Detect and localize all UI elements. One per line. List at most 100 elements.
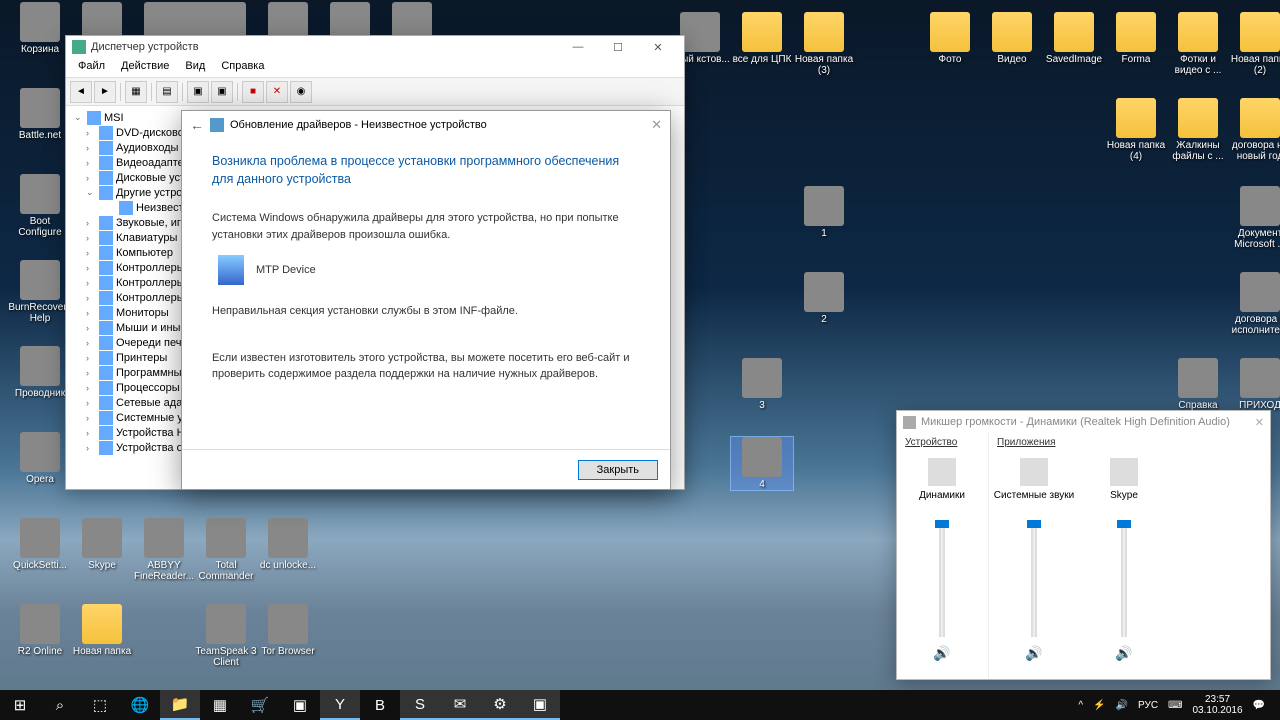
tray-lang[interactable]: РУС (1133, 690, 1163, 720)
desktop-icon[interactable]: все для ЦПК (730, 12, 794, 65)
maximize-button[interactable]: ☐ (598, 37, 638, 57)
desktop-icon[interactable]: ПРИХОД (1228, 358, 1280, 411)
desktop-icon[interactable]: 1 (792, 186, 856, 239)
section-label: Устройство (897, 437, 988, 452)
desktop-icon[interactable]: ABBYY FineReader... (132, 518, 196, 582)
desktop-icon[interactable]: dc unlocke... (256, 518, 320, 571)
minimize-button[interactable]: — (558, 37, 598, 57)
taskbar-app[interactable]: ▣ (520, 690, 560, 720)
window-title: Микшер громкости - Динамики (Realtek Hig… (921, 416, 1230, 428)
mixer-channel: Skype🔊 (1079, 452, 1169, 668)
device-name: MTP Device (256, 264, 316, 276)
taskbar-app[interactable]: ▣ (280, 690, 320, 720)
task-view-button[interactable]: ⬚ (80, 690, 120, 720)
menu-item[interactable]: Вид (177, 58, 213, 77)
desktop-icon[interactable]: Boot Configure (8, 174, 72, 238)
tool-button[interactable]: ✕ (266, 81, 288, 103)
desktop-icon[interactable]: SavedImage (1042, 12, 1106, 65)
back-icon[interactable]: ◄ (70, 81, 92, 103)
desktop-icon[interactable]: Новая папка (4) (1104, 98, 1168, 162)
tray-ime-icon[interactable]: ⌨ (1163, 690, 1187, 720)
taskbar-app[interactable]: ✉ (440, 690, 480, 720)
desktop-icon[interactable]: Opera (8, 432, 72, 485)
volume-slider[interactable] (1121, 522, 1127, 637)
taskbar: ⊞ ⌕ ⬚ 🌐 📁 ▦ 🛒 ▣ Y В S ✉ ⚙ ▣ ^ ⚡ 🔊 РУС ⌨ … (0, 690, 1280, 720)
desktop-icon[interactable]: Документ Microsoft ... (1228, 186, 1280, 250)
desktop-icon[interactable]: Жалкины файлы с ... (1166, 98, 1230, 162)
desktop-icon[interactable]: 2 (792, 272, 856, 325)
mute-icon[interactable]: 🔊 (933, 645, 950, 662)
tray-clock[interactable]: 23:57 03.10.2016 (1187, 690, 1247, 720)
desktop-icon[interactable]: Проводник (8, 346, 72, 399)
desktop-icon[interactable]: Skype (70, 518, 134, 571)
desktop-icon[interactable]: Total Commander (194, 518, 258, 582)
menu-item[interactable]: Файл (70, 58, 113, 77)
mixer-channel: Системные звуки🔊 (989, 452, 1079, 668)
tool-button[interactable]: ▤ (156, 81, 178, 103)
menu-item[interactable]: Справка (213, 58, 272, 77)
taskbar-app[interactable]: 🌐 (120, 690, 160, 720)
toolbar: ◄ ► ▦ ▤ ▣ ▣ ■ ✕ ◉ (66, 78, 684, 106)
close-button[interactable]: ✕ (638, 37, 678, 57)
volume-mixer-window: Микшер громкости - Динамики (Realtek Hig… (896, 410, 1271, 680)
taskbar-app[interactable]: Y (320, 690, 360, 720)
start-button[interactable]: ⊞ (0, 690, 40, 720)
tray-network-icon[interactable]: ⚡ (1088, 690, 1110, 720)
desktop-icon[interactable]: R2 Online (8, 604, 72, 657)
desktop-icon[interactable]: Корзина (8, 2, 72, 55)
action-center-icon[interactable]: 💬 (1248, 690, 1270, 720)
menu-item[interactable]: Действие (113, 58, 177, 77)
taskbar-app[interactable]: ⚙ (480, 690, 520, 720)
desktop-icon[interactable]: Forma (1104, 12, 1168, 65)
close-icon[interactable]: ✕ (651, 117, 662, 133)
taskbar-app[interactable]: S (400, 690, 440, 720)
taskbar-app[interactable]: В (360, 690, 400, 720)
app-icon[interactable] (1020, 458, 1048, 486)
dialog-text: Неправильная секция установки службы в э… (212, 303, 640, 320)
desktop-icon[interactable]: Новая папка (2) (1228, 12, 1280, 76)
menubar: ФайлДействиеВидСправка (66, 58, 684, 78)
section-label: Приложения (989, 437, 1270, 452)
desktop-icon[interactable]: договора с исполните... (1228, 272, 1280, 336)
tray-volume-icon[interactable]: 🔊 (1111, 690, 1133, 720)
show-desktop-button[interactable] (1270, 690, 1280, 720)
mixer-channel: Динамики🔊 (897, 452, 987, 668)
mute-icon[interactable]: 🔊 (1115, 645, 1132, 662)
desktop-icon[interactable]: 4 (730, 436, 794, 491)
tool-button[interactable]: ▣ (211, 81, 233, 103)
taskbar-app[interactable]: ▦ (200, 690, 240, 720)
close-icon[interactable]: ✕ (1255, 416, 1264, 429)
desktop-icon[interactable]: Фотки и видео с ... (1166, 12, 1230, 76)
tool-button[interactable]: ▣ (187, 81, 209, 103)
taskbar-app[interactable]: 📁 (160, 690, 200, 720)
tool-button[interactable]: ◉ (290, 81, 312, 103)
window-titlebar[interactable]: Микшер громкости - Динамики (Realtek Hig… (897, 411, 1270, 433)
desktop-icon[interactable]: Tor Browser (256, 604, 320, 657)
back-icon[interactable]: ← (190, 117, 204, 133)
tool-button[interactable]: ■ (242, 81, 264, 103)
mute-icon[interactable]: 🔊 (1025, 645, 1042, 662)
desktop-icon[interactable]: Новая папка (3) (792, 12, 856, 76)
desktop-icon[interactable]: QuickSetti... (8, 518, 72, 571)
window-titlebar[interactable]: Диспетчер устройств — ☐ ✕ (66, 36, 684, 58)
app-icon[interactable] (928, 458, 956, 486)
tool-button[interactable]: ▦ (125, 81, 147, 103)
volume-slider[interactable] (939, 522, 945, 637)
desktop-icon[interactable]: договора на новый год (1228, 98, 1280, 162)
device-item: MTP Device (218, 255, 640, 285)
tray-chevron-icon[interactable]: ^ (1073, 690, 1088, 720)
desktop-icon[interactable]: BurnRecovery Help (8, 260, 72, 324)
app-icon[interactable] (1110, 458, 1138, 486)
desktop-icon[interactable]: Новая папка (70, 604, 134, 657)
desktop-icon[interactable]: Видео (980, 12, 1044, 65)
close-button[interactable]: Закрыть (578, 460, 658, 480)
volume-slider[interactable] (1031, 522, 1037, 637)
desktop-icon[interactable]: TeamSpeak 3 Client (194, 604, 258, 668)
desktop-icon[interactable]: Battle.net (8, 88, 72, 141)
search-button[interactable]: ⌕ (40, 690, 80, 720)
fwd-icon[interactable]: ► (94, 81, 116, 103)
desktop-icon[interactable]: Фото (918, 12, 982, 65)
dialog-heading: Возникла проблема в процессе установки п… (212, 153, 640, 188)
desktop-icon[interactable]: 3 (730, 358, 794, 411)
taskbar-app[interactable]: 🛒 (240, 690, 280, 720)
